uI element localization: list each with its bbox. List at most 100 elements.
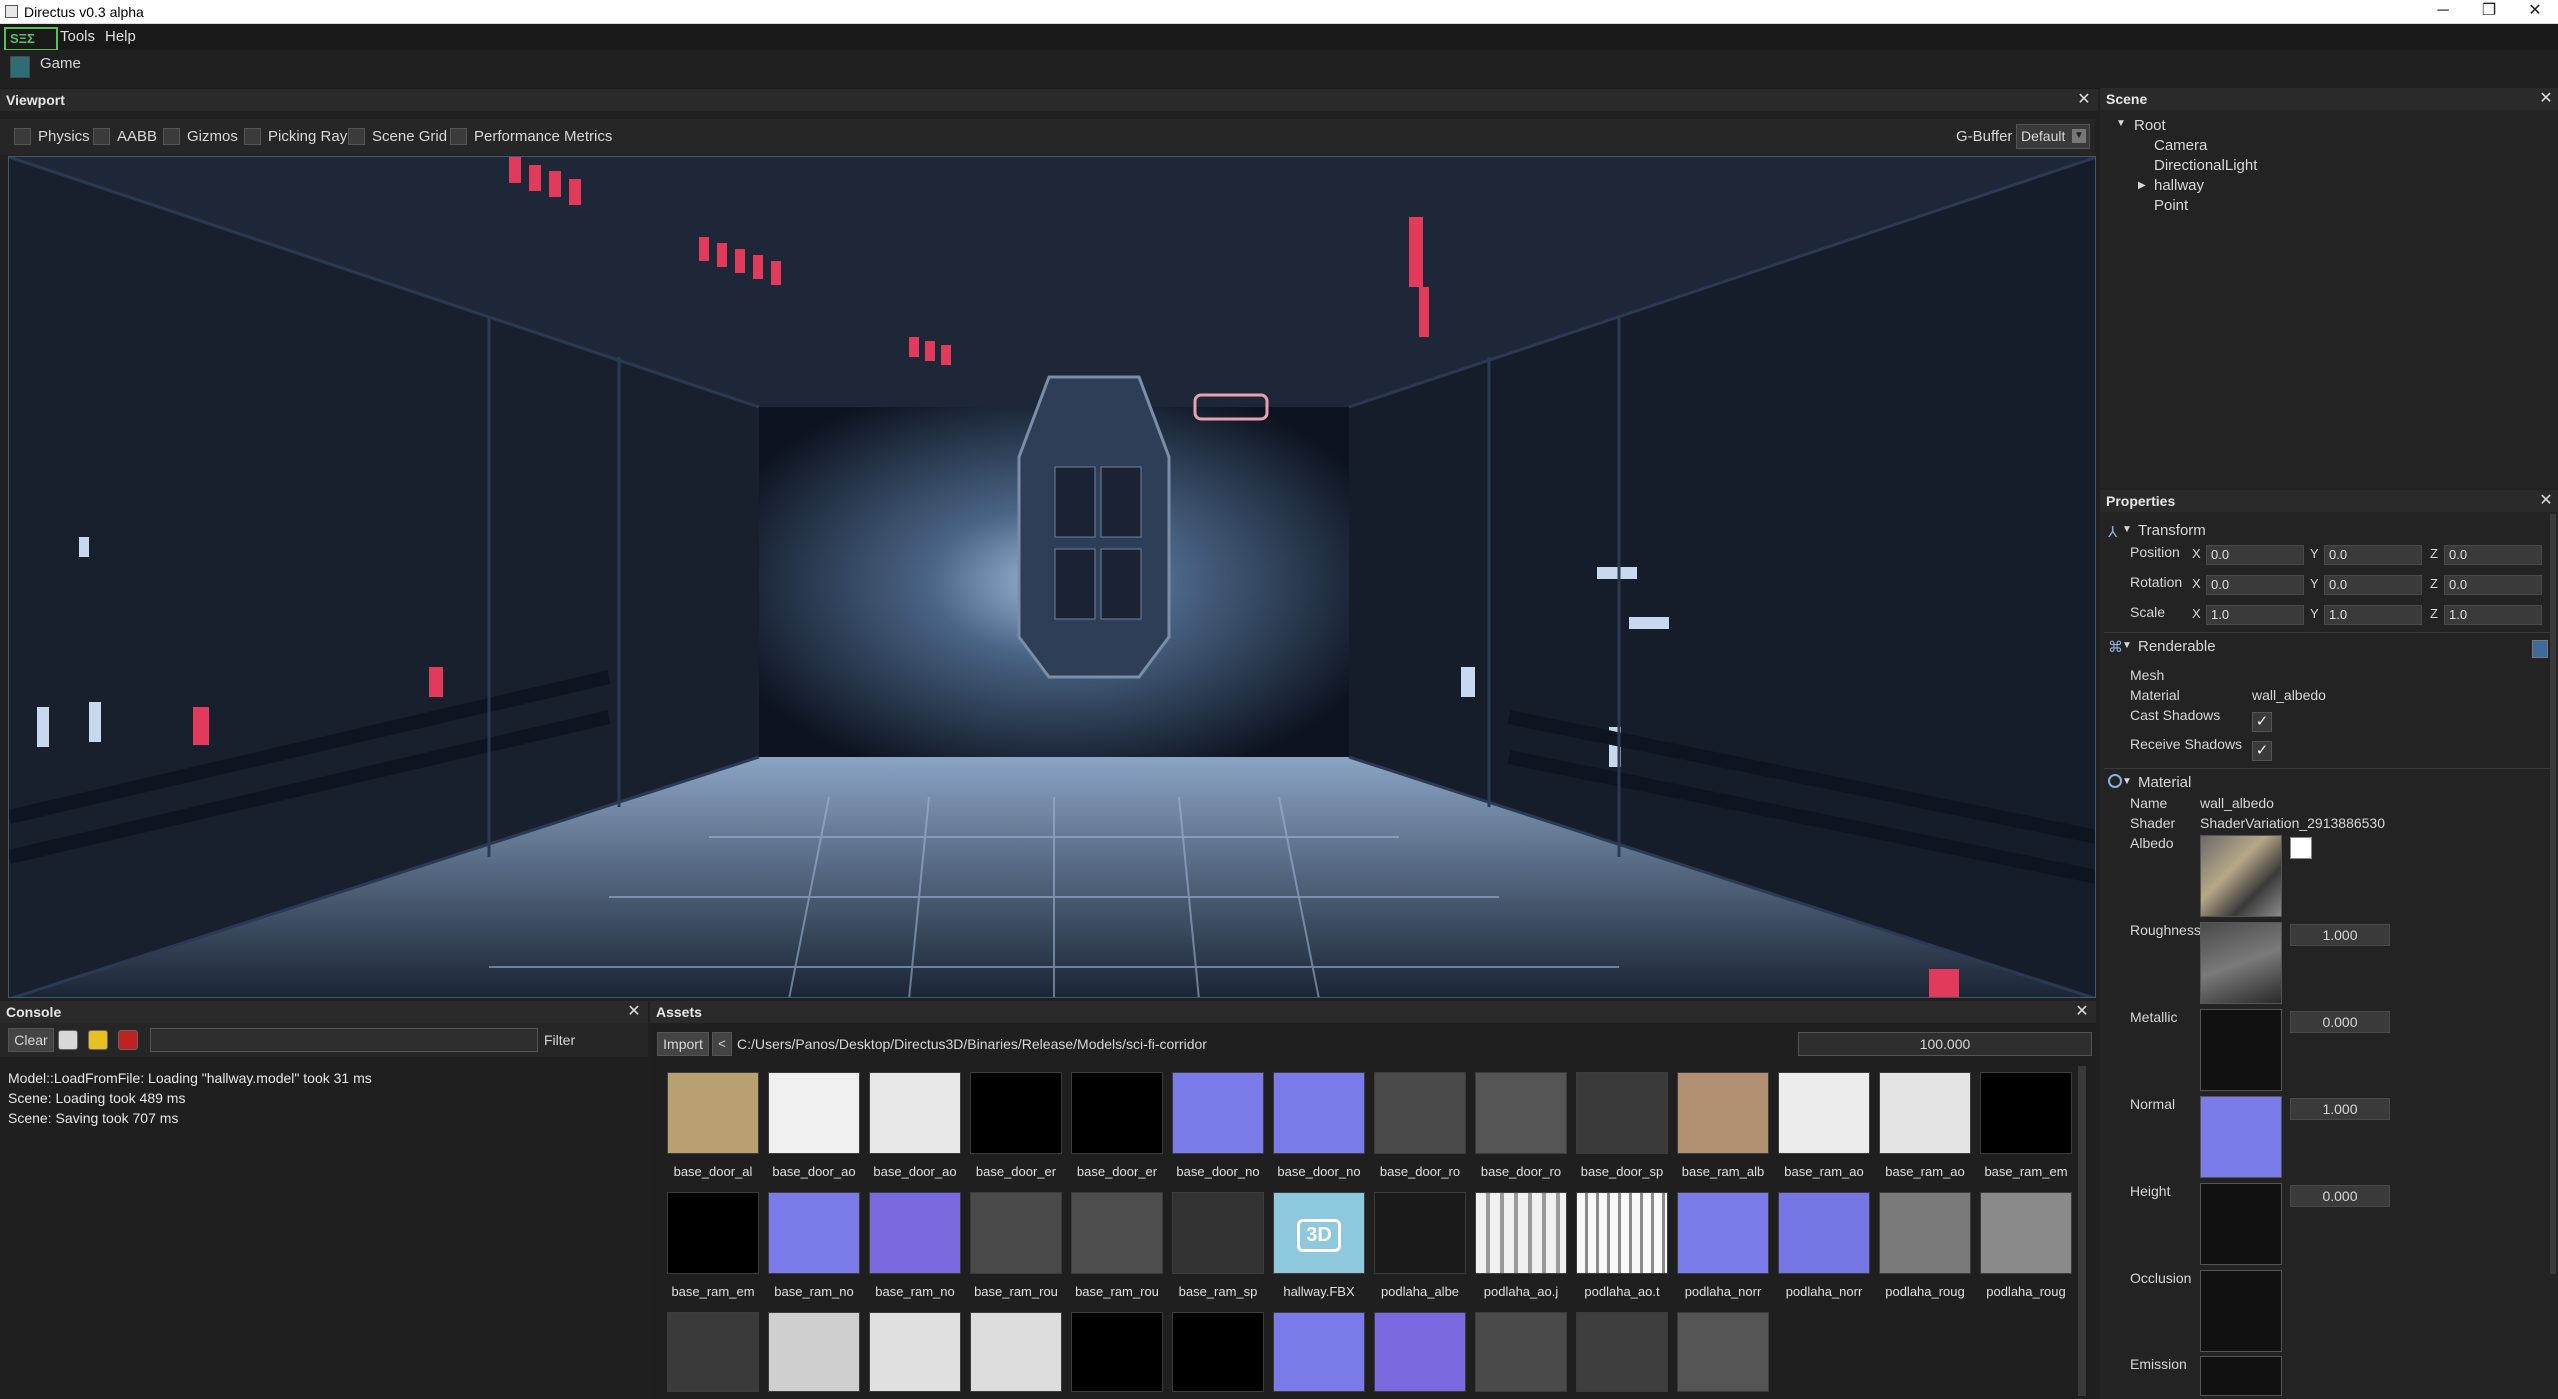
tree-expanded-icon[interactable]: ▼ [2116, 118, 2126, 129]
normal-input[interactable]: 1.000 [2290, 1098, 2390, 1120]
asset-thumbnail[interactable] [1677, 1192, 1769, 1274]
rotation-z-input[interactable]: 0.0 [2444, 575, 2542, 595]
scale-x-input[interactable]: 1.0 [2206, 605, 2304, 625]
renderable-options-icon[interactable] [2532, 640, 2548, 658]
asset-thumbnail[interactable] [1374, 1072, 1466, 1154]
app-logo[interactable]: SΞΣ [4, 27, 58, 51]
position-z-input[interactable]: 0.0 [2444, 545, 2542, 565]
asset-thumbnail[interactable] [1879, 1072, 1971, 1154]
metallic-texture-slot[interactable] [2200, 1009, 2282, 1091]
rotation-y-input[interactable]: 0.0 [2324, 575, 2422, 595]
metallic-input[interactable]: 0.000 [2290, 1011, 2390, 1033]
fbx-file-icon[interactable]: 3D [1273, 1192, 1365, 1274]
asset-thumbnail[interactable] [1172, 1192, 1264, 1274]
console-filter-input[interactable] [150, 1028, 538, 1052]
gizmos-checkbox[interactable] [163, 128, 180, 145]
asset-thumbnail[interactable] [768, 1192, 860, 1274]
import-button[interactable]: Import [657, 1032, 709, 1056]
asset-thumbnail[interactable] [667, 1072, 759, 1154]
viewport-render[interactable] [8, 156, 2096, 998]
emission-texture-slot[interactable] [2200, 1356, 2282, 1396]
asset-thumbnail[interactable] [1778, 1072, 1870, 1154]
asset-thumbnail[interactable] [869, 1312, 961, 1392]
tree-item-hallway[interactable]: hallway [2154, 177, 2204, 194]
asset-thumbnail[interactable] [1677, 1312, 1769, 1392]
asset-thumbnail[interactable] [1879, 1192, 1971, 1274]
info-filter-icon[interactable] [58, 1030, 78, 1050]
position-y-input[interactable]: 0.0 [2324, 545, 2422, 565]
picking-ray-checkbox[interactable] [244, 128, 261, 145]
asset-thumbnail[interactable] [1980, 1072, 2072, 1154]
back-button[interactable]: < [712, 1032, 732, 1056]
physics-checkbox[interactable] [14, 128, 31, 145]
asset-thumbnail[interactable] [1071, 1072, 1163, 1154]
position-x-input[interactable]: 0.0 [2206, 545, 2304, 565]
asset-thumbnail[interactable] [1071, 1312, 1163, 1392]
asset-thumbnail[interactable] [1374, 1312, 1466, 1392]
assets-close-icon[interactable]: ✕ [2072, 1001, 2092, 1023]
tree-item-directionallight[interactable]: DirectionalLight [2154, 157, 2257, 174]
error-filter-icon[interactable] [118, 1030, 138, 1050]
roughness-texture-slot[interactable] [2200, 922, 2282, 1004]
console-close-icon[interactable]: ✕ [624, 1001, 644, 1023]
occlusion-texture-slot[interactable] [2200, 1270, 2282, 1352]
height-texture-slot[interactable] [2200, 1183, 2282, 1265]
asset-thumbnail[interactable] [1172, 1072, 1264, 1154]
asset-zoom-input[interactable]: 100.000 [1798, 1032, 2092, 1056]
receive-shadows-checkbox[interactable]: ✓ [2252, 741, 2272, 761]
asset-thumbnail[interactable] [1778, 1192, 1870, 1274]
asset-thumbnail[interactable] [970, 1312, 1062, 1392]
asset-thumbnail[interactable] [869, 1192, 961, 1274]
asset-thumbnail[interactable] [1576, 1312, 1668, 1392]
normal-texture-slot[interactable] [2200, 1096, 2282, 1178]
properties-close-icon[interactable]: ✕ [2536, 490, 2556, 512]
cast-shadows-checkbox[interactable]: ✓ [2252, 712, 2272, 732]
assets-scrollbar[interactable] [2078, 1066, 2086, 1396]
asset-thumbnail[interactable] [1273, 1312, 1365, 1392]
asset-thumbnail[interactable] [1374, 1192, 1466, 1274]
asset-thumbnail[interactable] [1677, 1072, 1769, 1154]
asset-thumbnail[interactable] [970, 1192, 1062, 1274]
asset-thumbnail[interactable] [1576, 1192, 1668, 1274]
gbuffer-select[interactable]: Default ▼ [2016, 124, 2090, 149]
menu-tools[interactable]: Tools [60, 28, 95, 45]
close-window-button[interactable]: ✕ [2512, 0, 2558, 24]
height-input[interactable]: 0.000 [2290, 1185, 2390, 1207]
asset-thumbnail[interactable] [1172, 1312, 1264, 1392]
roughness-input[interactable]: 1.000 [2290, 924, 2390, 946]
asset-thumbnail[interactable] [768, 1072, 860, 1154]
asset-thumbnail[interactable] [1576, 1072, 1668, 1154]
asset-thumbnail[interactable] [667, 1312, 759, 1392]
asset-thumbnail[interactable] [1273, 1072, 1365, 1154]
scene-grid-checkbox[interactable] [348, 128, 365, 145]
transform-expand-icon[interactable]: ▼ [2122, 524, 2132, 535]
console-clear-button[interactable]: Clear [8, 1028, 54, 1052]
tree-item-camera[interactable]: Camera [2154, 137, 2207, 154]
viewport-close-icon[interactable]: ✕ [2074, 89, 2094, 111]
asset-thumbnail[interactable] [1980, 1192, 2072, 1274]
tree-item-root[interactable]: Root [2134, 117, 2166, 134]
albedo-texture-slot[interactable] [2200, 835, 2282, 917]
properties-scrollbar[interactable] [2550, 514, 2556, 1274]
albedo-color-swatch[interactable] [2290, 837, 2312, 859]
performance-metrics-checkbox[interactable] [450, 128, 467, 145]
scale-y-input[interactable]: 1.0 [2324, 605, 2422, 625]
asset-thumbnail[interactable] [1475, 1072, 1567, 1154]
scale-z-input[interactable]: 1.0 [2444, 605, 2542, 625]
asset-thumbnail[interactable] [768, 1312, 860, 1392]
aabb-checkbox[interactable] [93, 128, 110, 145]
asset-thumbnail[interactable] [1475, 1312, 1567, 1392]
rotation-x-input[interactable]: 0.0 [2206, 575, 2304, 595]
scene-close-icon[interactable]: ✕ [2536, 88, 2556, 110]
asset-thumbnail[interactable] [667, 1192, 759, 1274]
minimize-button[interactable]: ─ [2420, 0, 2466, 24]
warning-filter-icon[interactable] [88, 1030, 108, 1050]
renderable-expand-icon[interactable]: ▼ [2122, 640, 2132, 651]
asset-thumbnail[interactable] [1475, 1192, 1567, 1274]
tree-item-point[interactable]: Point [2154, 197, 2188, 214]
maximize-button[interactable]: ❐ [2466, 0, 2512, 24]
game-play-button[interactable] [10, 56, 30, 78]
tree-collapsed-icon[interactable]: ▶ [2138, 180, 2146, 191]
asset-thumbnail[interactable] [869, 1072, 961, 1154]
menu-help[interactable]: Help [105, 28, 136, 45]
